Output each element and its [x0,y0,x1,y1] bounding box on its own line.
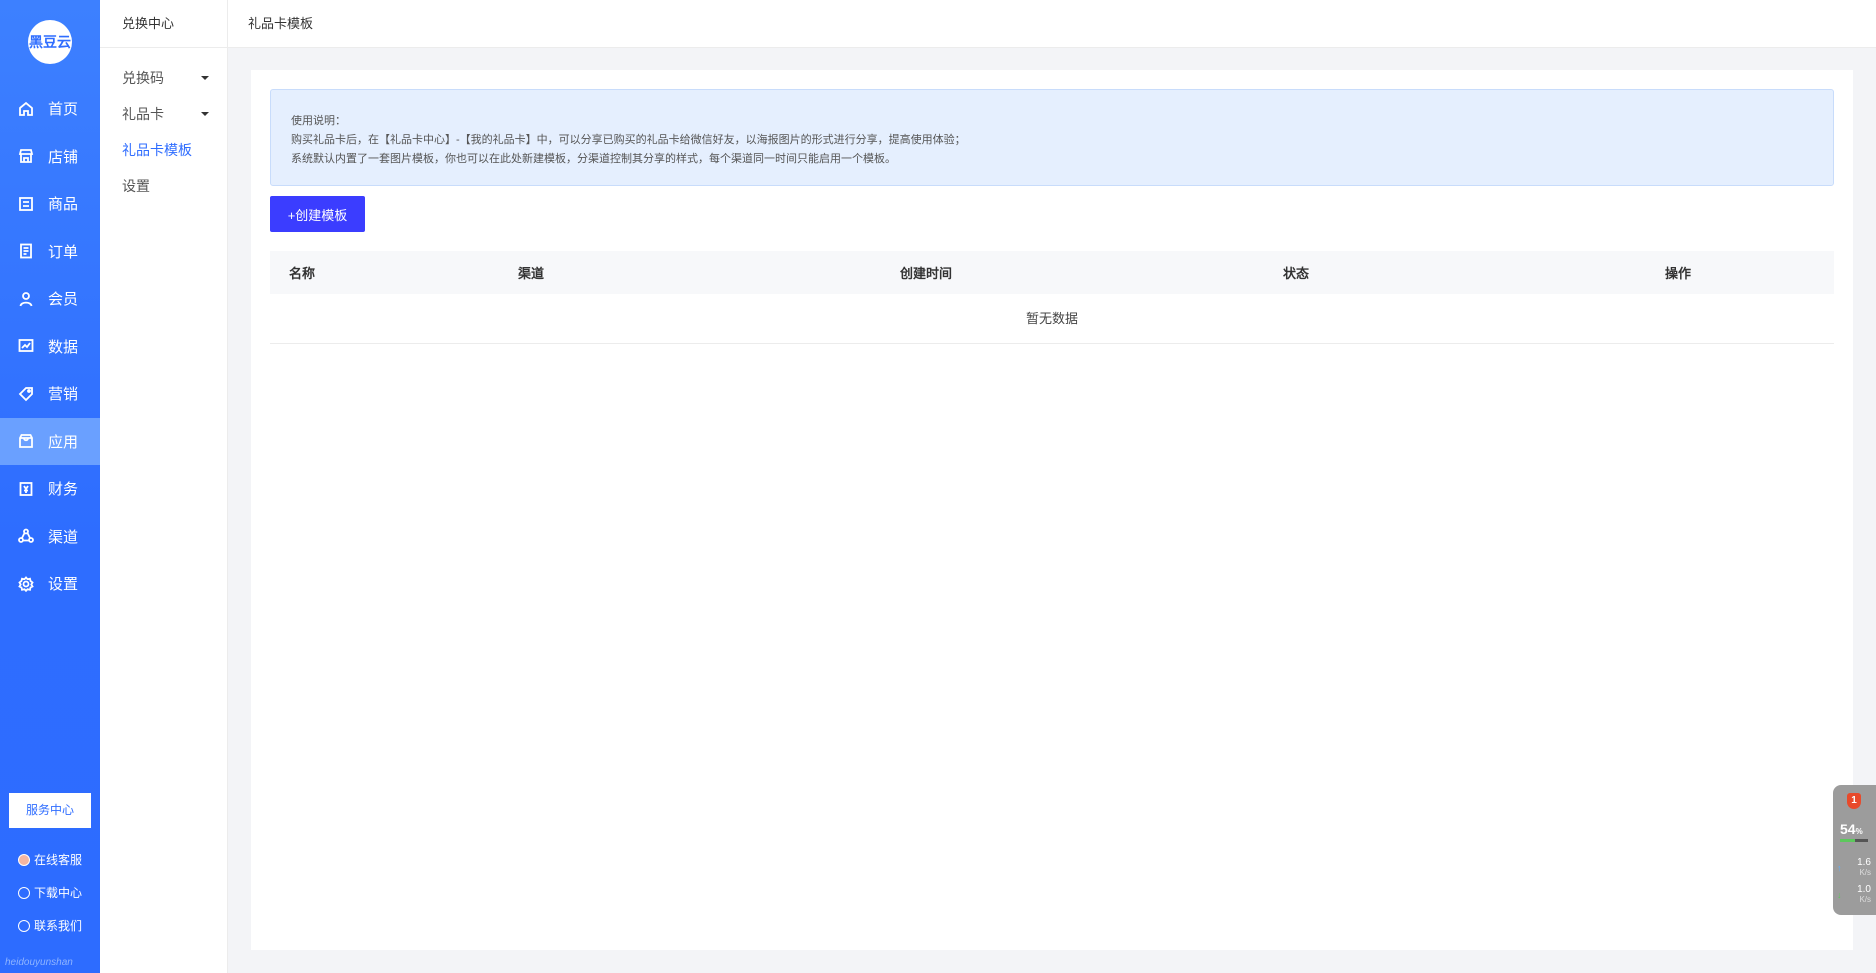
nav-item-member[interactable]: 会员 [0,275,100,323]
column-header-name[interactable]: 名称 [289,263,315,282]
download-value: 1.0 [1857,884,1871,895]
watermark: heidouyunshan [5,957,73,968]
tag-icon [18,386,33,402]
nav-item-finance[interactable]: 财务 [0,465,100,513]
store-icon [18,149,34,164]
subsidebar-title: 兑换中心 [100,0,227,48]
contact-us-link[interactable]: 联系我们 [18,909,82,942]
upload-speed: 1.6 K/s [1841,857,1871,877]
sub-item-label: 兑换码 [122,70,164,86]
notice-line: 系统默认内置了一套图片模板，你也可以在此处新建模板，分渠道控制其分享的样式，每个… [291,153,896,165]
download-center-link[interactable]: 下载中心 [18,876,82,909]
download-icon [18,886,30,899]
nav-label: 渠道 [48,528,79,546]
cpu-usage: 54% [1840,821,1863,837]
nav-item-apps[interactable]: 应用 [0,417,100,465]
cpu-percent: 54 [1840,821,1856,837]
nav-label: 设置 [48,576,79,594]
avatar-icon [18,853,30,866]
nav-label: 订单 [48,243,79,261]
table-header: 名称 渠道 创建时间 状态 操作 [270,251,1834,294]
chat-icon [18,919,30,932]
main-nav: 首页 店铺 商品 订单 会员 数据 营销 应用 财务 渠道 设置 [0,85,100,608]
sub-item-label: 礼品卡模板 [122,142,192,158]
nav-item-order[interactable]: 订单 [0,228,100,276]
caret-down-icon [201,76,209,80]
percent-sign: % [1855,827,1863,836]
gear-icon [18,575,34,592]
nav-label: 会员 [48,291,79,309]
nav-label: 店铺 [48,148,79,166]
app-icon [19,434,33,449]
content-card: 使用说明： 购买礼品卡后，在【礼品卡中心】-【我的礼品卡】中，可以分享已购买的礼… [251,70,1853,950]
template-table: 名称 渠道 创建时间 状态 操作 暂无数据 [270,251,1834,344]
nav-label: 应用 [48,433,79,451]
empty-state: 暂无数据 [270,294,1834,344]
nav-label: 财务 [48,481,79,499]
nav-label: 数据 [48,338,79,356]
column-header-created-time[interactable]: 创建时间 [900,263,952,282]
logo[interactable]: 黑豆云 [28,20,72,64]
sub-item-redeem-code[interactable]: 兑换码 [100,60,227,96]
breadcrumb: 礼品卡模板 [248,16,314,31]
system-monitor-widget[interactable]: 1 54% ↑ 1.6 K/s ↓ 1.0 K/s [1833,785,1876,915]
upload-value: 1.6 [1857,857,1871,868]
top-bar: 礼品卡模板 [228,0,1876,48]
channel-icon [18,528,34,544]
notice-line: 使用说明： [291,115,346,127]
order-icon [20,243,32,259]
home-icon [19,101,33,116]
nav-item-marketing[interactable]: 营销 [0,370,100,418]
service-center-button[interactable]: 服务中心 [9,793,91,828]
column-header-status[interactable]: 状态 [1283,263,1309,282]
nav-label: 首页 [48,101,79,119]
online-service-link[interactable]: 在线客服 [18,843,82,876]
member-icon [19,291,33,307]
nav-item-data[interactable]: 数据 [0,323,100,371]
goods-icon [19,196,33,211]
notice-line: 购买礼品卡后，在【礼品卡中心】-【我的礼品卡】中，可以分享已购买的礼品卡给微信好… [291,134,966,146]
create-template-button[interactable]: +创建模板 [270,196,365,232]
link-label: 下载中心 [34,886,83,900]
sidebar-footer-links: 在线客服 下载中心 联系我们 [18,843,82,942]
nav-item-goods[interactable]: 商品 [0,180,100,228]
nav-item-settings[interactable]: 设置 [0,560,100,608]
caret-down-icon [201,112,209,116]
sub-item-settings[interactable]: 设置 [100,168,227,204]
sub-item-label: 设置 [122,178,150,194]
usage-bar-fill [1840,839,1856,842]
link-label: 在线客服 [34,853,83,867]
nav-item-channel[interactable]: 渠道 [0,513,100,561]
subsidebar-menu: 兑换码 礼品卡 礼品卡模板 设置 [100,48,227,204]
column-header-channel[interactable]: 渠道 [518,263,544,282]
upload-unit: K/s [1859,868,1871,877]
sub-item-gift-card[interactable]: 礼品卡 [100,96,227,132]
link-label: 联系我们 [34,919,83,933]
usage-bar [1840,839,1868,842]
shield-alert-icon: 1 [1847,793,1861,809]
main-sidebar: 黑豆云 首页 店铺 商品 订单 会员 数据 营销 应用 财务 渠道 设置 服务中… [0,0,100,973]
nav-label: 营销 [48,386,79,404]
chart-icon [18,339,34,353]
column-header-actions[interactable]: 操作 [1665,263,1691,282]
usage-notice: 使用说明： 购买礼品卡后，在【礼品卡中心】-【我的礼品卡】中，可以分享已购买的礼… [270,89,1834,186]
download-unit: K/s [1859,895,1871,904]
secondary-sidebar: 兑换中心 兑换码 礼品卡 礼品卡模板 设置 [100,0,228,973]
sub-item-gift-card-template[interactable]: 礼品卡模板 [100,132,227,168]
finance-icon [19,481,33,496]
nav-item-store[interactable]: 店铺 [0,133,100,181]
nav-item-home[interactable]: 首页 [0,85,100,133]
sub-item-label: 礼品卡 [122,106,164,122]
download-speed: 1.0 K/s [1841,884,1871,904]
nav-label: 商品 [48,196,79,214]
